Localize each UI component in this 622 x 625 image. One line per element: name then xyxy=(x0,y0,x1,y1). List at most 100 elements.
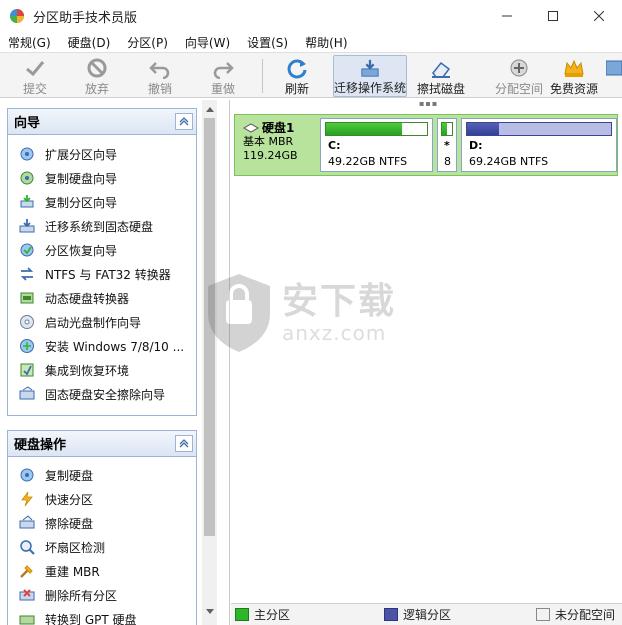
commit-button[interactable]: 提交 xyxy=(14,55,56,97)
disk-operations-header: 硬盘操作 xyxy=(8,431,196,457)
disk-row[interactable]: 硬盘1 基本 MBR 119.24GB C: 49.22GB NTFS * 8 … xyxy=(234,114,618,176)
menu-disk[interactable]: 硬盘(D) xyxy=(60,34,120,51)
wizard-section-title: 向导 xyxy=(14,116,41,131)
wizard-item-label: 复制分区向导 xyxy=(45,195,118,210)
allocate-space-button[interactable]: 分配空间 xyxy=(494,55,544,97)
menu-wizard[interactable]: 向导(W) xyxy=(177,34,239,51)
diskop-item-copy-disk[interactable]: 复制硬盘 xyxy=(8,463,196,487)
undo-icon xyxy=(149,62,170,79)
wipe-disk-button[interactable]: 擦拭磁盘 xyxy=(414,55,468,97)
minimize-button[interactable] xyxy=(484,0,530,32)
wizard-item-boot-cd[interactable]: 启动光盘制作向导 xyxy=(8,310,196,334)
minimize-icon xyxy=(502,15,512,17)
splitter-handle[interactable]: ▪▪▪ xyxy=(419,100,438,108)
copy-disk-icon xyxy=(20,171,34,185)
wipe-label: 擦拭磁盘 xyxy=(416,82,465,96)
wizard-item-install-windows[interactable]: 安装 Windows 7/8/10 ... xyxy=(8,334,196,358)
scroll-down-button[interactable] xyxy=(202,603,217,619)
redo-label: 重做 xyxy=(210,82,235,96)
diskop-item-quick-partition[interactable]: 快速分区 xyxy=(8,487,196,511)
undo-button[interactable]: 撤销 xyxy=(139,55,181,97)
wizard-item-recovery-env[interactable]: 集成到恢复环境 xyxy=(8,358,196,382)
legend-primary-swatch xyxy=(235,608,249,621)
wizard-item-migrate-ssd[interactable]: 迁移系统到固态硬盘 xyxy=(8,214,196,238)
disk-name: 硬盘1 xyxy=(262,121,295,135)
commit-label: 提交 xyxy=(22,82,47,96)
diskop-item-erase-disk[interactable]: 擦除硬盘 xyxy=(8,511,196,535)
wizard-item-label: 启动光盘制作向导 xyxy=(45,315,142,330)
wizard-item-partition-recovery[interactable]: 分区恢复向导 xyxy=(8,238,196,262)
watermark-domain: anxz.com xyxy=(282,321,387,345)
partition-d-usage-fill xyxy=(467,123,499,135)
erase-disk-icon xyxy=(19,515,35,529)
wizard-item-copy-partition[interactable]: 复制分区向导 xyxy=(8,190,196,214)
ssd-erase-icon xyxy=(19,386,35,400)
partition-d[interactable]: D: 69.24GB NTFS xyxy=(461,118,617,172)
commit-icon xyxy=(26,61,45,77)
migrate-os-button[interactable]: 迁移操作系统 xyxy=(333,55,407,97)
disk-icon xyxy=(243,123,259,133)
windows-install-icon xyxy=(20,339,34,353)
menu-help[interactable]: 帮助(H) xyxy=(297,34,356,51)
free-resources-button[interactable]: 免费资源 xyxy=(548,55,600,97)
partition-c-label: C: xyxy=(328,139,341,152)
wizard-item-ntfs-fat32[interactable]: NTFS 与 FAT32 转换器 xyxy=(8,262,196,286)
crown-icon xyxy=(564,59,584,77)
diskop-item-rebuild-mbr[interactable]: 重建 MBR xyxy=(8,559,196,583)
diskop-item-label: 转换到 GPT 硬盘 xyxy=(45,612,137,625)
wizard-collapse-button[interactable] xyxy=(175,113,193,130)
wizard-item-label: 扩展分区向导 xyxy=(45,147,118,162)
diskop-item-bad-sector[interactable]: 坏扇区检测 xyxy=(8,535,196,559)
legend-logical-label: 逻辑分区 xyxy=(403,608,452,622)
close-button[interactable] xyxy=(576,0,622,32)
partition-c-usage-fill xyxy=(326,123,402,135)
menu-settings[interactable]: 设置(S) xyxy=(239,34,297,51)
disk-operations-collapse-button[interactable] xyxy=(175,435,193,452)
legend-logical-swatch xyxy=(384,608,398,621)
convert-icon xyxy=(20,267,34,281)
partition-c-size: 49.22GB NTFS xyxy=(328,155,408,168)
dynamic-disk-icon xyxy=(20,292,34,304)
diskop-item-delete-all-partitions[interactable]: 删除所有分区 xyxy=(8,583,196,607)
allocate-icon xyxy=(510,59,528,77)
partition-small-size: 8 xyxy=(444,155,451,168)
left-panel-scrollbar[interactable] xyxy=(202,100,217,625)
refresh-button[interactable]: 刷新 xyxy=(276,55,318,97)
maximize-button[interactable] xyxy=(530,0,576,32)
diskop-item-label: 重建 MBR xyxy=(45,564,100,579)
wizard-item-label: 动态硬盘转换器 xyxy=(45,291,130,306)
menu-partition[interactable]: 分区(P) xyxy=(119,34,177,51)
legend-primary: 主分区 xyxy=(235,606,290,623)
menu-general[interactable]: 常规(G) xyxy=(0,34,60,51)
watermark: 安下载 anxz.com xyxy=(204,268,424,358)
chevron-up-icon xyxy=(179,117,189,126)
title-bar: 分区助手技术员版 xyxy=(0,0,622,32)
delete-partitions-icon xyxy=(19,589,35,601)
redo-button[interactable]: 重做 xyxy=(202,55,244,97)
wizard-item-extend-partition[interactable]: 扩展分区向导 xyxy=(8,142,196,166)
left-panel: 向导 扩展分区向导 复制硬盘向导 复制分区向导 迁移系统到固态硬盘 分区恢复向导… xyxy=(0,100,230,625)
wizard-item-copy-disk[interactable]: 复制硬盘向导 xyxy=(8,166,196,190)
disk-info: 硬盘1 基本 MBR 119.24GB xyxy=(243,121,298,163)
menu-bar: 常规(G) 硬盘(D) 分区(P) 向导(W) 设置(S) 帮助(H) xyxy=(0,32,622,52)
diskop-item-convert-gpt[interactable]: 转换到 GPT 硬盘 xyxy=(8,607,196,625)
toolbar-separator xyxy=(262,59,263,93)
boot-cd-icon xyxy=(20,315,34,329)
legend-unallocated-label: 未分配空间 xyxy=(555,608,616,622)
migrate-icon xyxy=(361,59,379,77)
toolbar-overflow-button[interactable] xyxy=(606,55,622,97)
legend-primary-label: 主分区 xyxy=(254,608,291,622)
disk-operations-title: 硬盘操作 xyxy=(14,438,67,453)
maximize-icon xyxy=(548,11,558,21)
partition-small-label: * xyxy=(444,139,450,152)
toolbar: 提交 放弃 撤销 重做 刷新 迁移操作系统 擦拭磁盘 分配空间 免费资源 xyxy=(0,52,622,98)
diskop-item-label: 快速分区 xyxy=(45,492,94,507)
discard-button[interactable]: 放弃 xyxy=(76,55,118,97)
scroll-up-button[interactable] xyxy=(202,101,217,117)
partition-small[interactable]: * 8 xyxy=(437,118,457,172)
wizard-item-ssd-erase[interactable]: 固态硬盘安全擦除向导 xyxy=(8,382,196,406)
wizard-item-dynamic-disk[interactable]: 动态硬盘转换器 xyxy=(8,286,196,310)
partition-c[interactable]: C: 49.22GB NTFS xyxy=(320,118,433,172)
legend-unallocated: 未分配空间 xyxy=(536,606,615,623)
disk-size: 119.24GB xyxy=(243,149,298,162)
